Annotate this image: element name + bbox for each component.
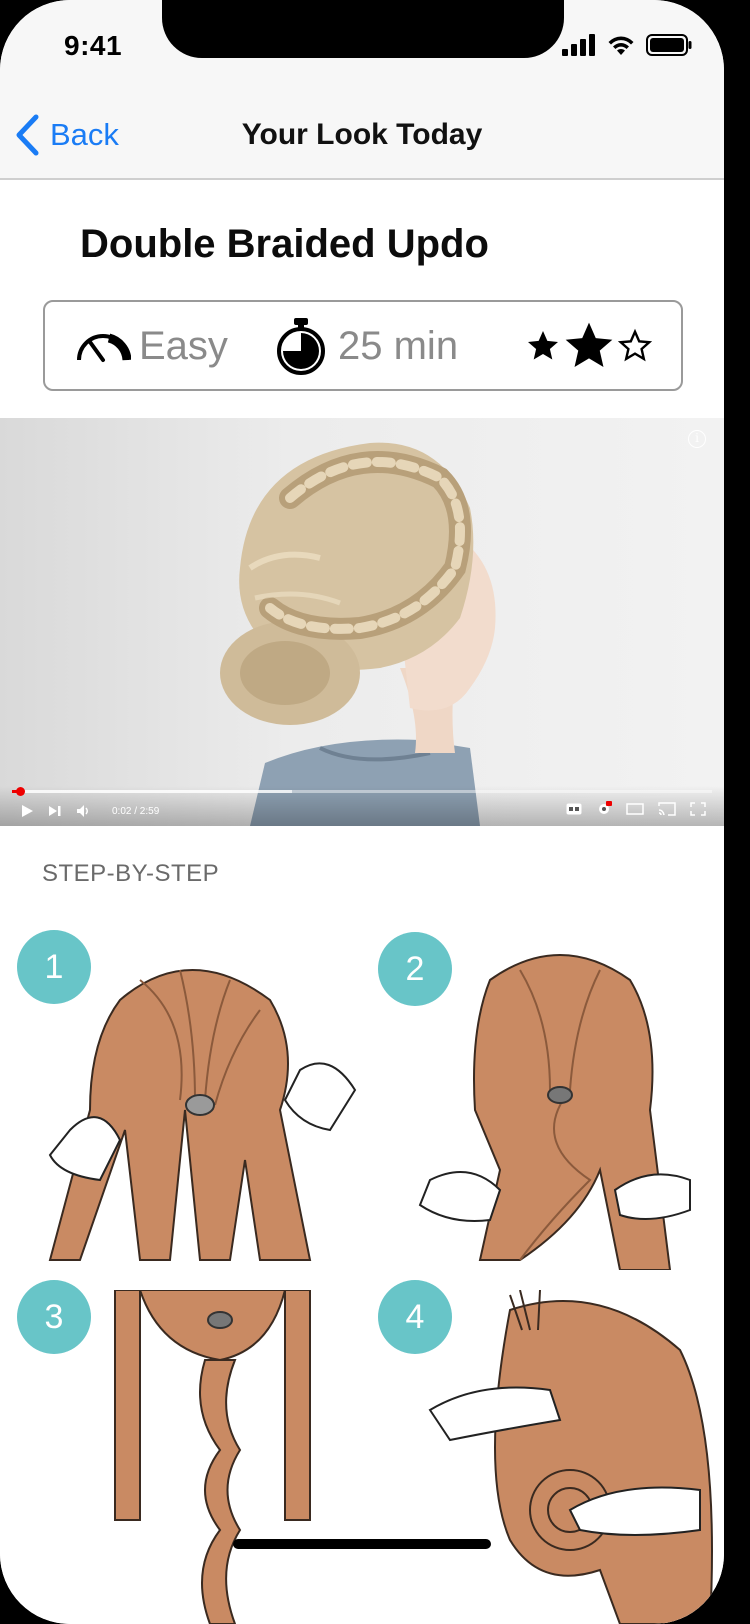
cellular-signal-icon <box>562 34 595 56</box>
video-frame <box>0 418 724 826</box>
status-bar: 9:41 <box>0 0 724 90</box>
next-icon[interactable] <box>48 804 62 818</box>
video-controls-right <box>566 801 706 817</box>
home-indicator[interactable] <box>233 1539 491 1549</box>
video-controls-left: 0:02 / 2:59 <box>20 804 159 818</box>
video-info-icon[interactable]: i <box>688 430 706 448</box>
play-icon[interactable] <box>20 804 34 818</box>
star-filled-icon <box>565 322 613 367</box>
volume-icon[interactable] <box>76 804 92 818</box>
step-2-badge: 2 <box>378 932 452 1006</box>
captions-icon[interactable] <box>566 803 582 815</box>
stopwatch-icon <box>277 318 325 375</box>
battery-icon <box>646 34 692 56</box>
step-4-illustration <box>428 1290 713 1624</box>
step-4-badge: 4 <box>378 1280 452 1354</box>
video-controls: 0:02 / 2:59 <box>0 786 724 826</box>
steps-heading: STEP-BY-STEP <box>42 860 220 887</box>
look-info-box: Easy 25 min <box>43 300 683 391</box>
star-filled-icon <box>528 331 558 360</box>
duration-label: 25 min <box>338 324 459 368</box>
look-title: Double Braided Updo <box>80 222 489 266</box>
step-3-illustration <box>114 1290 311 1624</box>
speedometer-icon <box>77 333 131 362</box>
status-icons <box>562 32 692 58</box>
difficulty-label: Easy <box>139 324 228 368</box>
navigation-bar: Back Your Look Today <box>0 90 724 180</box>
fullscreen-icon[interactable] <box>690 802 706 816</box>
settings-icon[interactable] <box>596 801 612 817</box>
step-3-badge: 3 <box>17 1280 91 1354</box>
step-1-badge: 1 <box>17 930 91 1004</box>
rating-stars <box>525 318 653 374</box>
star-outline-icon <box>617 328 653 362</box>
step-2-illustration <box>418 954 691 1270</box>
phone-screen: 9:41 Back Your Look Today Double Braided… <box>0 0 724 1624</box>
status-time: 9:41 <box>64 30 123 61</box>
video-progress-bar[interactable] <box>12 787 712 796</box>
video-time: 0:02 / 2:59 <box>112 805 160 817</box>
cast-icon[interactable] <box>658 802 676 816</box>
miniplayer-icon[interactable] <box>626 803 644 815</box>
video-player[interactable]: i 0:02 / 2:59 <box>0 418 724 826</box>
notch <box>162 0 564 58</box>
wifi-icon <box>608 36 634 55</box>
video-scrubber-handle[interactable] <box>15 787 25 796</box>
video-buffer <box>12 790 292 793</box>
steps-illustrations: 1 2 3 4 <box>0 920 724 1624</box>
nav-title: Your Look Today <box>241 118 483 151</box>
hairstyle-video-still <box>220 442 496 826</box>
